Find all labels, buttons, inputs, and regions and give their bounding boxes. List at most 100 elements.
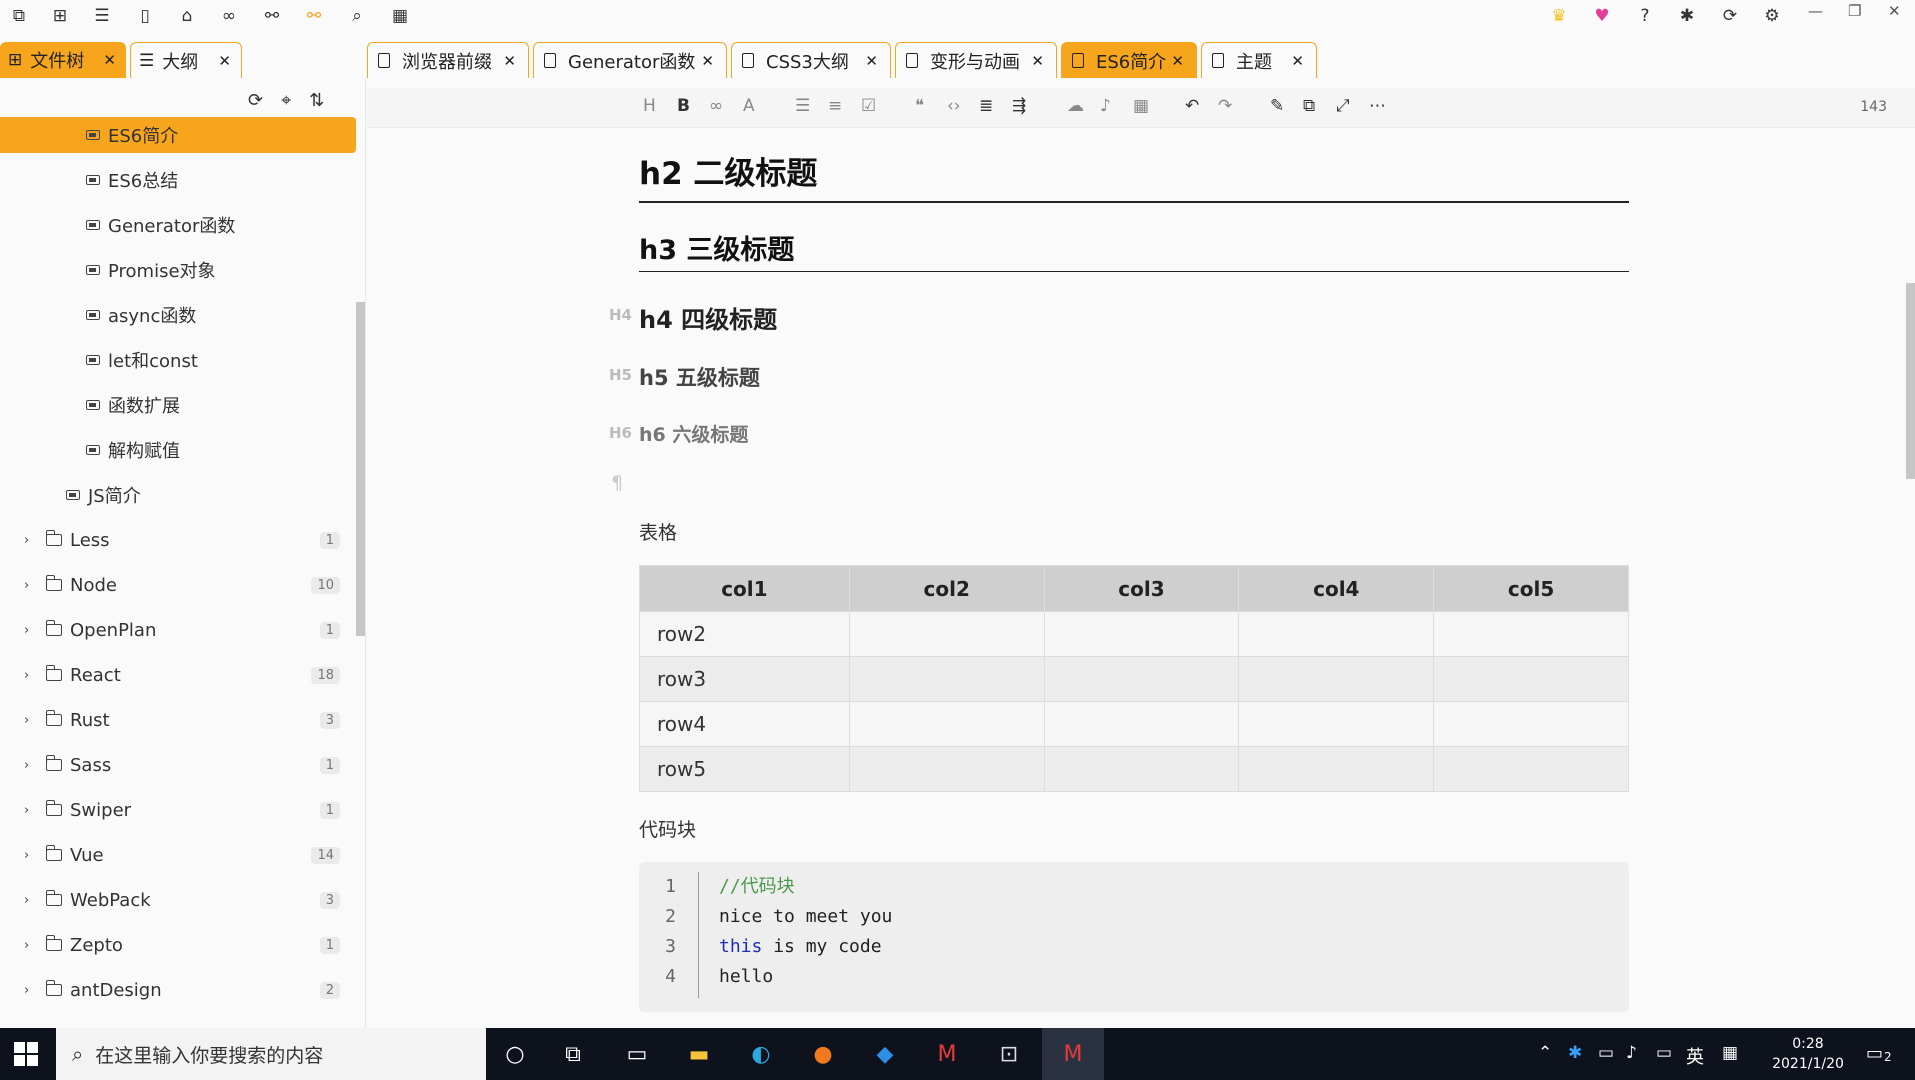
table-header-cell[interactable]: col5 [1433, 565, 1629, 612]
record-icon[interactable]: ♪ [1100, 96, 1111, 116]
outline-icon[interactable]: ☰ [91, 5, 113, 27]
battery-icon[interactable]: ▭ [1598, 1043, 1614, 1063]
sync-icon[interactable]: ⟳ [1719, 5, 1741, 27]
tree-folder-item[interactable]: › Vue 14 [0, 837, 358, 873]
table-cell[interactable]: row3 [639, 656, 850, 702]
locate-icon[interactable]: ⌖ [281, 90, 291, 111]
tree-doc-item[interactable]: Promise对象 [0, 252, 358, 288]
chevron-up-icon[interactable]: ⌃ [1538, 1043, 1552, 1063]
close-icon[interactable]: ✕ [1291, 52, 1304, 70]
quote-icon[interactable]: ❝ [915, 96, 924, 116]
close-icon[interactable]: ✕ [865, 52, 878, 70]
vscode-icon[interactable]: ◆ [856, 1028, 914, 1080]
tree-doc-item[interactable]: 解构赋值 [0, 432, 358, 468]
help-icon[interactable]: ? [1634, 5, 1656, 27]
editor-tab[interactable]: 浏览器前缀 ✕ [367, 42, 529, 78]
bluetooth-icon[interactable]: ✱ [1568, 1043, 1582, 1063]
inline-code-icon[interactable]: ≣ [979, 96, 993, 116]
sidebar-scrollbar[interactable] [356, 302, 365, 636]
tree-doc-item[interactable]: JS简介 [0, 477, 358, 513]
table-icon[interactable]: ▦ [1133, 96, 1149, 116]
table-cell[interactable] [1043, 746, 1240, 792]
store-icon[interactable]: ⊡ [980, 1028, 1038, 1080]
close-icon[interactable]: ✕ [103, 51, 116, 69]
table-cell[interactable] [1238, 746, 1435, 792]
table-cell[interactable] [1043, 701, 1240, 747]
heading-icon[interactable]: H [643, 96, 656, 116]
table-cell[interactable] [1433, 611, 1629, 657]
link-icon[interactable]: ∞ [709, 96, 723, 116]
more-icon[interactable]: ⋯ [1369, 96, 1386, 116]
undo-icon[interactable]: ↶ [1185, 96, 1199, 116]
settings-icon[interactable]: ⚙ [1761, 5, 1783, 27]
keyboard-icon[interactable]: ▦ [1722, 1043, 1738, 1063]
network-icon[interactable]: ▭ [1656, 1043, 1672, 1063]
tree-doc-item[interactable]: 函数扩展 [0, 387, 358, 423]
tree-folder-item[interactable]: › Rust 3 [0, 702, 358, 738]
graph-active-icon[interactable]: ⚯ [303, 5, 325, 27]
table-cell[interactable]: row2 [639, 611, 850, 657]
bold-icon[interactable]: B [677, 96, 690, 116]
heart-icon[interactable]: ♥ [1591, 5, 1613, 27]
clock[interactable]: 0:28 2021/1/20 [1758, 1034, 1858, 1074]
chevron-right-icon[interactable]: › [24, 713, 38, 728]
tree-doc-item[interactable]: ES6简介 [0, 117, 356, 153]
heading-h5[interactable]: H5 h5 五级标题 [609, 362, 760, 392]
chevron-right-icon[interactable]: › [24, 893, 38, 908]
link-icon[interactable]: ∞ [218, 5, 240, 27]
terminal-app-icon[interactable]: ▭ [608, 1028, 666, 1080]
tree-doc-item[interactable]: Generator函数 [0, 207, 358, 243]
chevron-right-icon[interactable]: › [24, 983, 38, 998]
tab-outline[interactable]: ☰ 大纲 ✕ [130, 42, 242, 78]
indent-icon[interactable]: ⇶ [1012, 96, 1026, 116]
chevron-right-icon[interactable]: › [24, 848, 38, 863]
table-cell[interactable] [1433, 656, 1629, 702]
bookmark-icon[interactable]: ▯ [134, 5, 156, 27]
tree-folder-item[interactable]: › WebPack 3 [0, 882, 358, 918]
code-block[interactable]: 1 2 3 4 //代码块 nice to meet you this is m… [639, 862, 1629, 1012]
tree-folder-item[interactable]: › OpenPlan 1 [0, 612, 358, 648]
markdown-app-icon[interactable]: M [918, 1028, 976, 1080]
editor-scrollbar[interactable] [1906, 283, 1915, 479]
table-cell[interactable] [1433, 746, 1629, 792]
table-cell[interactable] [848, 656, 1045, 702]
close-icon[interactable]: ✕ [1888, 2, 1901, 20]
table-label[interactable]: 表格 [639, 518, 677, 545]
heading-h6[interactable]: H6 h6 六级标题 [609, 420, 748, 447]
ime-indicator[interactable]: 英 [1686, 1043, 1704, 1069]
redo-icon[interactable]: ↷ [1218, 96, 1232, 116]
table-cell[interactable] [848, 701, 1045, 747]
chevron-right-icon[interactable]: › [24, 533, 38, 548]
chevron-right-icon[interactable]: › [24, 668, 38, 683]
table-cell[interactable] [848, 746, 1045, 792]
tab-file-tree[interactable]: ⊞ 文件树 ✕ [0, 42, 126, 78]
file-explorer-icon[interactable]: ▬ [670, 1028, 728, 1080]
file-tree-icon[interactable]: ⊞ [49, 5, 71, 27]
task-view-icon[interactable]: ⧉ [544, 1028, 602, 1080]
chevron-right-icon[interactable]: › [24, 623, 38, 638]
editor-tab[interactable]: CSS3大纲 ✕ [731, 42, 891, 78]
table-cell[interactable]: row4 [639, 701, 850, 747]
code-icon[interactable]: ‹› [947, 96, 961, 116]
tree-folder-item[interactable]: › Less 1 [0, 522, 358, 558]
notification-icon[interactable]: ▭ [1866, 1043, 1883, 1064]
close-icon[interactable]: ✕ [1031, 52, 1044, 70]
bug-icon[interactable]: ✱ [1676, 5, 1698, 27]
heading-h3[interactable]: h3 三级标题 [639, 228, 1629, 272]
search-icon[interactable]: ⌕ [346, 5, 368, 27]
upload-icon[interactable]: ☁ [1067, 96, 1084, 116]
fullscreen-icon[interactable]: ⤢ [1336, 96, 1350, 116]
code-label[interactable]: 代码块 [639, 815, 696, 842]
firefox-icon[interactable]: ● [794, 1028, 852, 1080]
table-cell[interactable] [1238, 701, 1435, 747]
taskbar-search[interactable]: ⌕ 在这里输入你要搜索的内容 [56, 1028, 486, 1080]
editor-tab[interactable]: Generator函数 ✕ [533, 42, 727, 78]
tree-folder-item[interactable]: › Sass 1 [0, 747, 358, 783]
heading-h2[interactable]: h2 二级标题 [639, 148, 1629, 203]
sort-icon[interactable]: ⇅ [309, 90, 324, 111]
table-cell[interactable] [1238, 611, 1435, 657]
table-cell[interactable] [1043, 656, 1240, 702]
tree-folder-item[interactable]: › Node 10 [0, 567, 358, 603]
bullet-list-icon[interactable]: ☰ [795, 96, 810, 116]
minimize-icon[interactable]: — [1808, 2, 1823, 20]
